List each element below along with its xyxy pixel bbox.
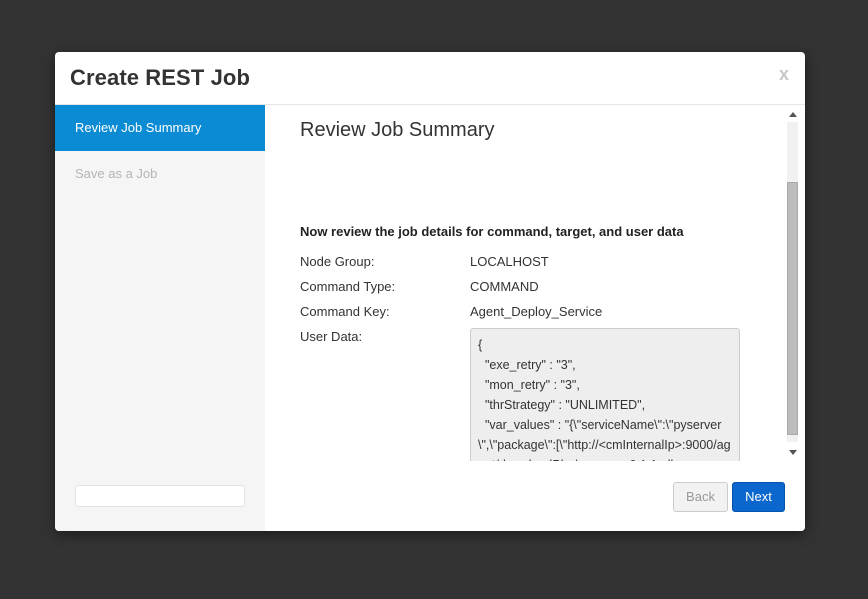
- node-group-value: LOCALHOST: [470, 254, 549, 269]
- user-data-textarea[interactable]: { "exe_retry" : "3", "mon_retry" : "3", …: [470, 328, 740, 461]
- command-type-value: COMMAND: [470, 279, 539, 294]
- next-button[interactable]: Next: [732, 482, 785, 512]
- step-review-job-summary[interactable]: Review Job Summary: [55, 105, 265, 151]
- modal-title: Create REST Job: [70, 65, 250, 90]
- content-scrollbar[interactable]: [785, 105, 800, 461]
- section-title: Review Job Summary: [300, 119, 495, 141]
- step-save-as-job: Save as a Job: [75, 166, 158, 181]
- back-button[interactable]: Back: [673, 482, 728, 512]
- command-key-value: Agent_Deploy_Service: [470, 304, 603, 319]
- create-rest-job-modal: Create REST Job x Review Job Summary Sav…: [55, 52, 805, 531]
- scroll-down-icon[interactable]: [789, 450, 797, 455]
- scroll-up-icon[interactable]: [789, 112, 797, 117]
- command-key-label: Command Key:: [300, 304, 390, 319]
- wizard-sidebar: Review Job Summary Save as a Job: [55, 105, 265, 531]
- node-group-label: Node Group:: [300, 254, 375, 269]
- scroll-thumb[interactable]: [787, 182, 798, 435]
- user-data-label: User Data:: [300, 329, 363, 344]
- sidebar-input[interactable]: [75, 485, 245, 507]
- review-instructions: Now review the job details for command, …: [300, 224, 684, 239]
- content-panel: Review Job Summary Now review the job de…: [265, 105, 805, 461]
- command-type-label: Command Type:: [300, 279, 396, 294]
- modal-footer: Back Next: [265, 461, 805, 531]
- modal-header: Create REST Job x: [55, 52, 805, 105]
- close-button[interactable]: x: [779, 64, 789, 84]
